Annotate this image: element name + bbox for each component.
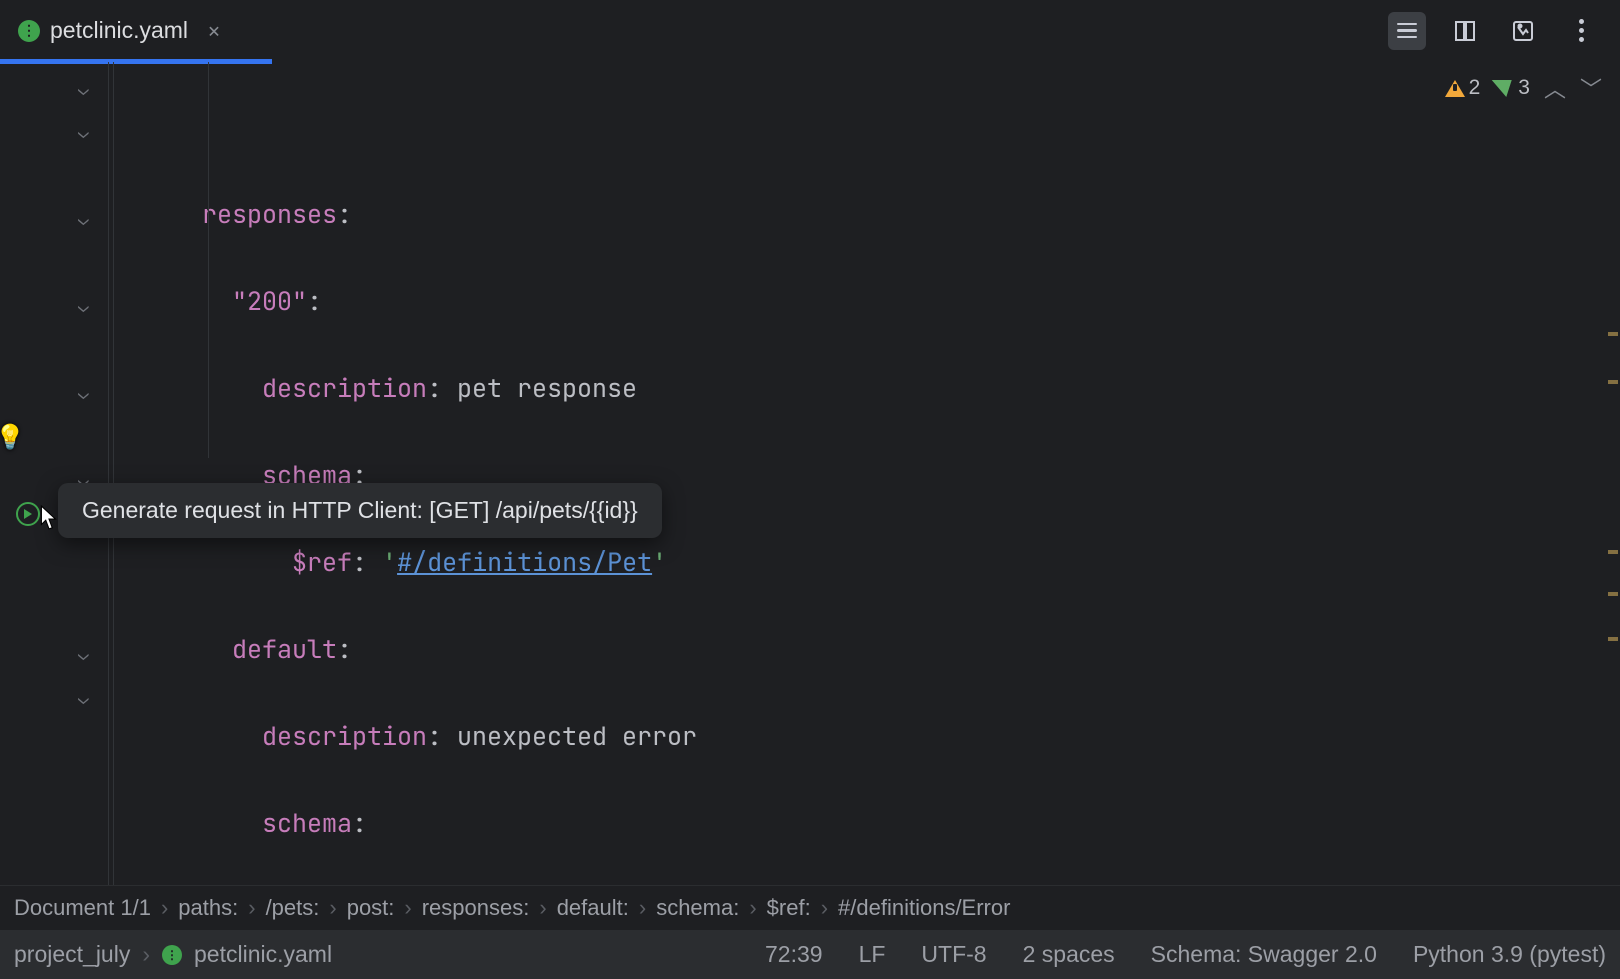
- typo-count[interactable]: 3: [1494, 76, 1530, 100]
- fold-icon[interactable]: ⌄: [78, 68, 89, 112]
- sb-interpreter[interactable]: Python 3.9 (pytest): [1413, 941, 1606, 968]
- inspections-widget[interactable]: 2 3 ︿ ﹀: [1445, 72, 1602, 104]
- sb-file[interactable]: petclinic.yaml: [194, 941, 332, 968]
- crumb[interactable]: /pets:: [266, 895, 320, 921]
- crumb[interactable]: schema:: [656, 895, 739, 921]
- crumb[interactable]: paths:: [178, 895, 238, 921]
- tab-bar: ⋮ petclinic.yaml ✕: [0, 0, 1620, 62]
- sb-line-separator[interactable]: LF: [859, 941, 886, 968]
- editor-tab[interactable]: ⋮ petclinic.yaml ✕: [0, 0, 238, 61]
- next-highlight-icon[interactable]: ﹀: [1580, 72, 1602, 104]
- openapi-file-icon: ⋮: [162, 945, 182, 965]
- reader-mode-icon[interactable]: [1388, 12, 1426, 50]
- code-editor[interactable]: ⌄ ⌄ ⌄ ⌄ ⌄ 💡 ⌄ ⌄ ⌄ responses: "200":: [0, 62, 1620, 885]
- openapi-file-icon: ⋮: [18, 20, 40, 42]
- code-content[interactable]: responses: "200": description: pet respo…: [108, 62, 1620, 885]
- crumb[interactable]: default:: [557, 895, 629, 921]
- editor-area: 2 3 ︿ ﹀ ⌄ ⌄ ⌄ ⌄ ⌄ 💡 ⌄ ⌄ ⌄: [0, 62, 1620, 885]
- crumb[interactable]: Document 1/1: [14, 895, 151, 921]
- sb-caret-position[interactable]: 72:39: [765, 941, 823, 968]
- http-client-tooltip: Generate request in HTTP Client: [GET] /…: [58, 483, 662, 538]
- close-tab-icon[interactable]: ✕: [208, 18, 220, 44]
- sb-project[interactable]: project_july: [14, 941, 130, 968]
- mouse-pointer-icon: [40, 505, 58, 531]
- crumb[interactable]: $ref:: [767, 895, 811, 921]
- split-preview-icon[interactable]: [1446, 12, 1484, 50]
- sb-encoding[interactable]: UTF-8: [921, 941, 986, 968]
- tab-title: petclinic.yaml: [50, 17, 188, 44]
- crumb[interactable]: post:: [347, 895, 395, 921]
- sb-schema[interactable]: Schema: Swagger 2.0: [1151, 941, 1377, 968]
- typo-icon: [1492, 80, 1517, 97]
- preview-icon[interactable]: [1504, 12, 1542, 50]
- error-stripe[interactable]: [1608, 62, 1620, 885]
- prev-highlight-icon[interactable]: ︿: [1544, 72, 1566, 104]
- breadcrumb-bar[interactable]: Document 1/1› paths:› /pets:› post:› res…: [0, 885, 1620, 929]
- sb-indent[interactable]: 2 spaces: [1023, 941, 1115, 968]
- crumb[interactable]: responses:: [422, 895, 530, 921]
- warning-count[interactable]: 2: [1445, 76, 1481, 100]
- crumb[interactable]: #/definitions/Error: [838, 895, 1010, 921]
- run-gutter-icon[interactable]: [16, 502, 40, 526]
- fold-icon[interactable]: ⌄: [78, 633, 89, 677]
- more-actions-icon[interactable]: [1562, 12, 1600, 50]
- status-bar: project_july › ⋮ petclinic.yaml 72:39 LF…: [0, 929, 1620, 979]
- fold-icon[interactable]: ⌄: [78, 372, 89, 416]
- warning-icon: [1445, 80, 1465, 97]
- fold-icon[interactable]: ⌄: [78, 198, 89, 242]
- editor-toolbar: [1388, 12, 1620, 50]
- gutter[interactable]: ⌄ ⌄ ⌄ ⌄ ⌄ 💡 ⌄ ⌄ ⌄: [0, 62, 108, 885]
- fold-icon[interactable]: ⌄: [78, 111, 89, 155]
- fold-icon[interactable]: ⌄: [78, 677, 89, 721]
- intention-bulb-icon[interactable]: 💡: [0, 416, 25, 460]
- fold-icon[interactable]: ⌄: [78, 285, 89, 329]
